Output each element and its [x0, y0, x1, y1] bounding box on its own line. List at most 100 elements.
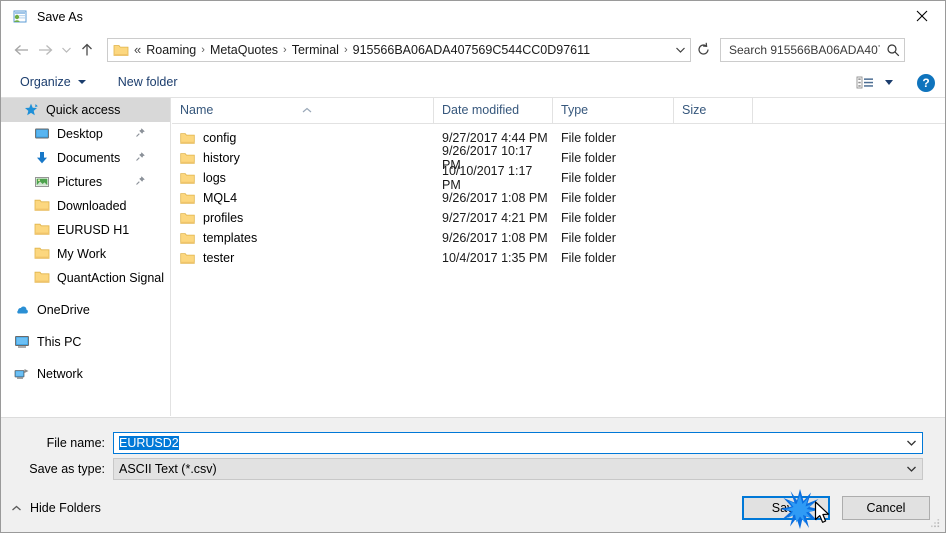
forward-button[interactable]	[33, 38, 57, 62]
chevron-down-icon	[675, 47, 685, 53]
breadcrumb-item-roaming[interactable]: Roaming	[143, 43, 199, 57]
file-name-combobox[interactable]: EURUSD2	[113, 432, 923, 454]
folder-icon	[180, 152, 195, 165]
sidebar-item-downloaded[interactable]: Downloaded	[1, 194, 170, 218]
file-type-cell: File folder	[561, 191, 616, 205]
breadcrumb-item-terminal[interactable]: Terminal	[289, 43, 342, 57]
column-header-date-modified[interactable]: Date modified	[434, 98, 553, 123]
back-button[interactable]	[9, 38, 33, 62]
folder-icon	[34, 270, 50, 286]
breadcrumb-item-current-folder[interactable]: 915566BA06ADA407569C544CC0D97611	[350, 43, 593, 57]
file-name-label: logs	[203, 171, 226, 185]
close-button[interactable]	[899, 1, 945, 31]
cancel-button[interactable]: Cancel	[842, 496, 930, 520]
table-row[interactable]: history 9/26/2017 10:17 PM File folder	[172, 144, 945, 172]
sidebar-item-eurusd-h1[interactable]: EURUSD H1	[1, 218, 170, 242]
sidebar-item-label: Pictures	[57, 175, 103, 189]
sidebar-item-desktop[interactable]: Desktop	[1, 122, 170, 146]
table-row[interactable]: profiles 9/27/2017 4:21 PM File folder	[172, 208, 945, 228]
folder-icon	[34, 246, 50, 262]
table-row[interactable]: config 9/27/2017 4:44 PM File folder	[172, 128, 945, 148]
folder-icon	[34, 198, 50, 214]
file-name-cell: logs	[172, 171, 434, 185]
column-header-name[interactable]: Name	[172, 98, 434, 123]
file-date-cell: 9/27/2017 4:21 PM	[442, 211, 548, 225]
column-header-size[interactable]: Size	[674, 98, 753, 123]
sidebar-item-label: OneDrive	[37, 303, 90, 317]
sidebar-item-this-pc[interactable]: This PC	[1, 330, 170, 354]
file-list-pane: Name Date modified Type Size config 9/27…	[172, 98, 945, 416]
new-folder-button[interactable]: New folder	[112, 72, 184, 92]
column-header-type[interactable]: Type	[553, 98, 674, 123]
this-pc-icon	[14, 334, 30, 350]
cancel-button-label: Cancel	[866, 501, 906, 515]
folder-icon	[180, 132, 195, 145]
address-dropdown-button[interactable]	[670, 39, 690, 61]
save-as-type-combobox[interactable]: ASCII Text (*.csv)	[113, 458, 923, 480]
hide-folders-button[interactable]: Hide Folders	[11, 501, 101, 515]
chevron-up-icon	[11, 505, 22, 512]
save-as-type-dropdown-button[interactable]	[900, 465, 922, 473]
help-button[interactable]: ?	[917, 73, 935, 92]
sidebar-item-quick-access[interactable]: Quick access	[1, 98, 170, 122]
organize-button[interactable]: Organize	[14, 72, 92, 92]
up-button[interactable]	[75, 38, 99, 62]
sidebar-item-label: Desktop	[57, 127, 103, 141]
command-toolbar: Organize New folder ?	[1, 67, 945, 98]
address-bar[interactable]: « Roaming › MetaQuotes › Terminal › 9155…	[107, 37, 691, 62]
sidebar-item-quantaction-signal[interactable]: QuantAction Signal	[1, 266, 170, 290]
sidebar-item-label: This PC	[37, 335, 82, 349]
sidebar-item-onedrive[interactable]: OneDrive	[1, 298, 170, 322]
column-headers: Name Date modified Type Size	[172, 98, 945, 124]
sidebar-item-my-work[interactable]: My Work	[1, 242, 170, 266]
save-button-label: Save	[771, 501, 801, 515]
table-row[interactable]: tester 10/4/2017 1:35 PM File folder	[172, 248, 945, 268]
table-row[interactable]: logs 10/10/2017 1:17 PM File folder	[172, 164, 945, 192]
folder-icon	[113, 43, 129, 57]
view-options-button[interactable]	[852, 73, 897, 93]
save-as-type-value: ASCII Text (*.csv)	[119, 462, 217, 476]
sidebar-item-pictures[interactable]: Pictures	[1, 170, 170, 194]
pin-icon[interactable]	[135, 175, 146, 189]
breadcrumb-overflow[interactable]: «	[133, 42, 143, 57]
pin-icon[interactable]	[135, 151, 146, 165]
recent-locations-button[interactable]	[57, 38, 75, 62]
refresh-button[interactable]	[692, 39, 714, 61]
table-row[interactable]: MQL4 9/26/2017 1:08 PM File folder	[172, 188, 945, 208]
table-row[interactable]: templates 9/26/2017 1:08 PM File folder	[172, 228, 945, 248]
sidebar-item-network[interactable]: Network	[1, 362, 170, 386]
search-box[interactable]	[720, 37, 905, 62]
file-name-cell: history	[172, 151, 434, 165]
file-name-value[interactable]: EURUSD2	[114, 436, 900, 450]
file-name-label: history	[203, 151, 240, 165]
file-type-cell: File folder	[561, 151, 616, 165]
breadcrumb-separator: ›	[201, 43, 205, 56]
view-options-icon	[856, 76, 873, 88]
file-name-label: File name:	[46, 436, 105, 450]
recent-locations-chevron-icon	[61, 47, 71, 53]
title-bar: Save As	[1, 1, 945, 32]
hide-folders-label: Hide Folders	[30, 501, 101, 515]
breadcrumb-item-metaquotes[interactable]: MetaQuotes	[207, 43, 281, 57]
save-button[interactable]: Save	[742, 496, 830, 520]
resize-grip-icon[interactable]	[929, 517, 941, 529]
file-name-label: templates	[203, 231, 258, 245]
sidebar-item-documents[interactable]: Documents	[1, 146, 170, 170]
file-name-dropdown-button[interactable]	[900, 439, 922, 447]
search-input[interactable]	[727, 41, 882, 58]
pin-icon[interactable]	[135, 127, 146, 141]
chevron-down-icon	[906, 466, 916, 472]
file-name-cell: templates	[172, 231, 434, 245]
file-date-cell: 9/26/2017 1:08 PM	[442, 231, 548, 245]
pictures-icon	[34, 174, 50, 190]
file-name-label: tester	[203, 251, 235, 265]
sidebar-item-label: Documents	[57, 151, 121, 165]
toolbar-right-group: ?	[852, 67, 935, 98]
file-name-label: profiles	[203, 211, 244, 225]
sidebar-item-label: Downloaded	[57, 199, 127, 213]
back-arrow-icon	[14, 44, 28, 55]
forward-arrow-icon	[38, 44, 52, 55]
help-label: ?	[922, 75, 930, 90]
